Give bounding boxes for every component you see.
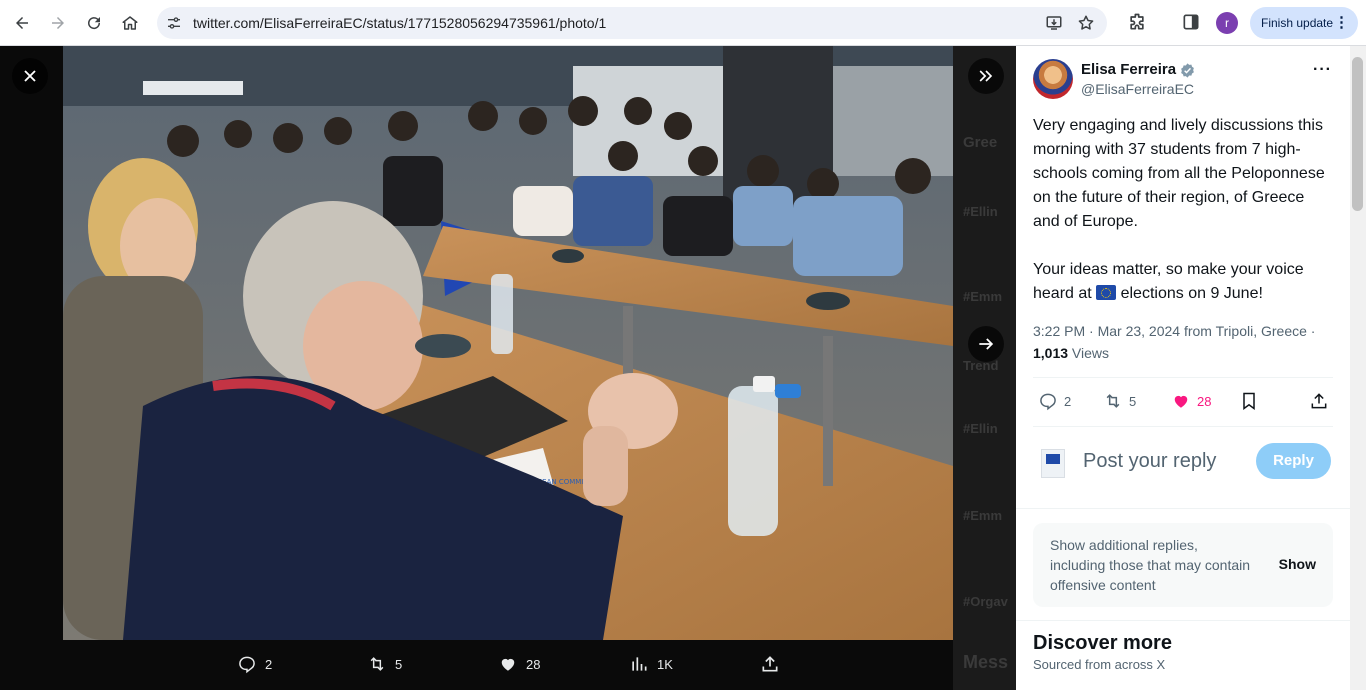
reply-button[interactable]: 2 bbox=[1038, 391, 1071, 411]
reply-button-submit[interactable]: Reply bbox=[1256, 443, 1331, 479]
install-app-icon[interactable] bbox=[1045, 14, 1063, 32]
additional-replies-text: Show additional replies, including those… bbox=[1050, 537, 1251, 593]
background-text: #Ellin bbox=[963, 421, 998, 436]
collapse-panel-button[interactable] bbox=[968, 58, 1004, 94]
repost-icon bbox=[1106, 394, 1120, 408]
tweet-meta: 3:22 PM · Mar 23, 2024 from Tripoli, Gre… bbox=[1033, 320, 1333, 364]
media-reply-button[interactable]: 2 bbox=[237, 654, 272, 674]
media-share-button[interactable] bbox=[760, 654, 788, 674]
finish-update-button[interactable]: Finish update ⋮ bbox=[1250, 7, 1358, 39]
finish-update-label: Finish update bbox=[1261, 16, 1334, 30]
reply-input[interactable]: Post your reply bbox=[1083, 450, 1216, 473]
author-handle[interactable]: @ElisaFerreiraEC bbox=[1081, 81, 1194, 97]
tweet-paragraph-2: Your ideas matter, so make your voice he… bbox=[1033, 258, 1333, 306]
repost-button[interactable]: 5 bbox=[1103, 391, 1136, 411]
divider bbox=[1016, 620, 1350, 621]
share-icon bbox=[1311, 393, 1327, 409]
user-avatar[interactable] bbox=[1041, 449, 1065, 478]
share-button[interactable] bbox=[1309, 391, 1335, 411]
tweet-p2-end: elections on 9 June! bbox=[1116, 285, 1263, 302]
extensions-puzzle-icon[interactable] bbox=[1127, 12, 1147, 32]
photo-illustration: EUROPEAN COMMISSION bbox=[63, 46, 953, 640]
double-chevron-right-icon bbox=[979, 70, 993, 82]
media-repost-button[interactable]: 5 bbox=[367, 654, 402, 674]
media-views-count: 1K bbox=[657, 656, 673, 672]
tweet-photo: EUROPEAN COMMISSION bbox=[63, 46, 953, 640]
media-action-bar: 2 5 28 1K bbox=[0, 640, 1016, 690]
forward-button[interactable] bbox=[44, 9, 72, 37]
background-text: #Emm bbox=[963, 289, 1003, 304]
bookmark-button[interactable] bbox=[1239, 391, 1265, 411]
repost-icon bbox=[370, 657, 384, 671]
arrow-right-icon bbox=[979, 338, 994, 350]
site-settings-icon[interactable] bbox=[166, 15, 182, 31]
discover-more-title: Discover more bbox=[1033, 632, 1172, 654]
bookmark-star-icon[interactable] bbox=[1077, 14, 1095, 32]
arrow-right-icon bbox=[52, 17, 64, 29]
tweet-paragraph-1: Very engaging and lively discussions thi… bbox=[1033, 117, 1325, 230]
reply-count: 2 bbox=[1064, 393, 1072, 409]
background-text: #Orgav bbox=[963, 594, 1008, 609]
scrollbar-thumb[interactable] bbox=[1352, 57, 1363, 211]
browser-toolbar: twitter.com/ElisaFerreiraEC/status/17715… bbox=[0, 0, 1366, 46]
repost-count: 5 bbox=[1129, 393, 1137, 409]
divider bbox=[1016, 508, 1350, 509]
views-chart-icon bbox=[632, 657, 647, 671]
reply-composer: Post your reply Reply bbox=[1033, 436, 1333, 486]
media-like-button[interactable]: 28 bbox=[498, 654, 540, 674]
more-options-icon[interactable]: ··· bbox=[1313, 61, 1335, 79]
next-image-button[interactable] bbox=[968, 326, 1004, 362]
url-text[interactable]: twitter.com/ElisaFerreiraEC/status/17715… bbox=[193, 15, 606, 31]
side-panel-icon[interactable] bbox=[1181, 12, 1201, 32]
author-avatar[interactable] bbox=[1033, 59, 1073, 99]
media-like-count: 28 bbox=[526, 656, 541, 672]
views-label: Views bbox=[1068, 345, 1110, 361]
reload-button[interactable] bbox=[80, 9, 108, 37]
bookmark-icon bbox=[1243, 392, 1255, 410]
heart-filled-icon bbox=[1174, 395, 1188, 408]
eu-flag-emoji-icon bbox=[1096, 285, 1117, 300]
media-repost-count: 5 bbox=[395, 656, 403, 672]
arrow-left-icon bbox=[16, 17, 28, 29]
like-button[interactable]: 28 bbox=[1171, 391, 1211, 411]
home-button[interactable] bbox=[116, 9, 144, 37]
tweet-actions: 2 5 28 bbox=[1033, 377, 1333, 427]
heart-icon bbox=[501, 658, 515, 671]
close-icon bbox=[24, 70, 36, 82]
share-icon bbox=[762, 656, 778, 672]
verified-badge-icon bbox=[1181, 63, 1194, 78]
reload-icon bbox=[88, 17, 101, 30]
author-name[interactable]: Elisa Ferreira bbox=[1081, 61, 1176, 78]
tweet-text: Very engaging and lively discussions thi… bbox=[1033, 114, 1333, 306]
media-reply-count: 2 bbox=[265, 656, 273, 672]
tweet-timestamp[interactable]: 3:22 PM · Mar 23, 2024 from Tripoli, Gre… bbox=[1033, 323, 1315, 339]
back-button[interactable] bbox=[8, 9, 36, 37]
kebab-menu-icon: ⋮ bbox=[1334, 14, 1349, 31]
profile-avatar[interactable]: r bbox=[1216, 12, 1238, 34]
media-viewer: Gree #Ellin #Emm Trend #Ellin #Emm #Orga… bbox=[0, 46, 1016, 690]
close-viewer-button[interactable] bbox=[12, 58, 48, 94]
reply-icon bbox=[1040, 393, 1056, 411]
background-text: #Emm bbox=[963, 508, 1003, 523]
views-count: 1,013 bbox=[1033, 345, 1069, 361]
tweet-detail-panel: Elisa Ferreira @ElisaFerreiraEC ··· Very… bbox=[1016, 46, 1350, 690]
like-count: 28 bbox=[1197, 393, 1212, 409]
background-text: Gree bbox=[963, 134, 998, 151]
media-views-button[interactable]: 1K bbox=[629, 654, 673, 674]
additional-replies-card: Show additional replies, including those… bbox=[1033, 523, 1333, 607]
show-replies-button[interactable]: Show bbox=[1279, 556, 1316, 572]
discover-more-subtitle: Sourced from across X bbox=[1033, 657, 1166, 672]
home-icon bbox=[122, 16, 138, 30]
reply-icon bbox=[239, 656, 255, 674]
address-bar[interactable]: twitter.com/ElisaFerreiraEC/status/17715… bbox=[157, 7, 1107, 39]
background-text: #Ellin bbox=[963, 204, 998, 219]
